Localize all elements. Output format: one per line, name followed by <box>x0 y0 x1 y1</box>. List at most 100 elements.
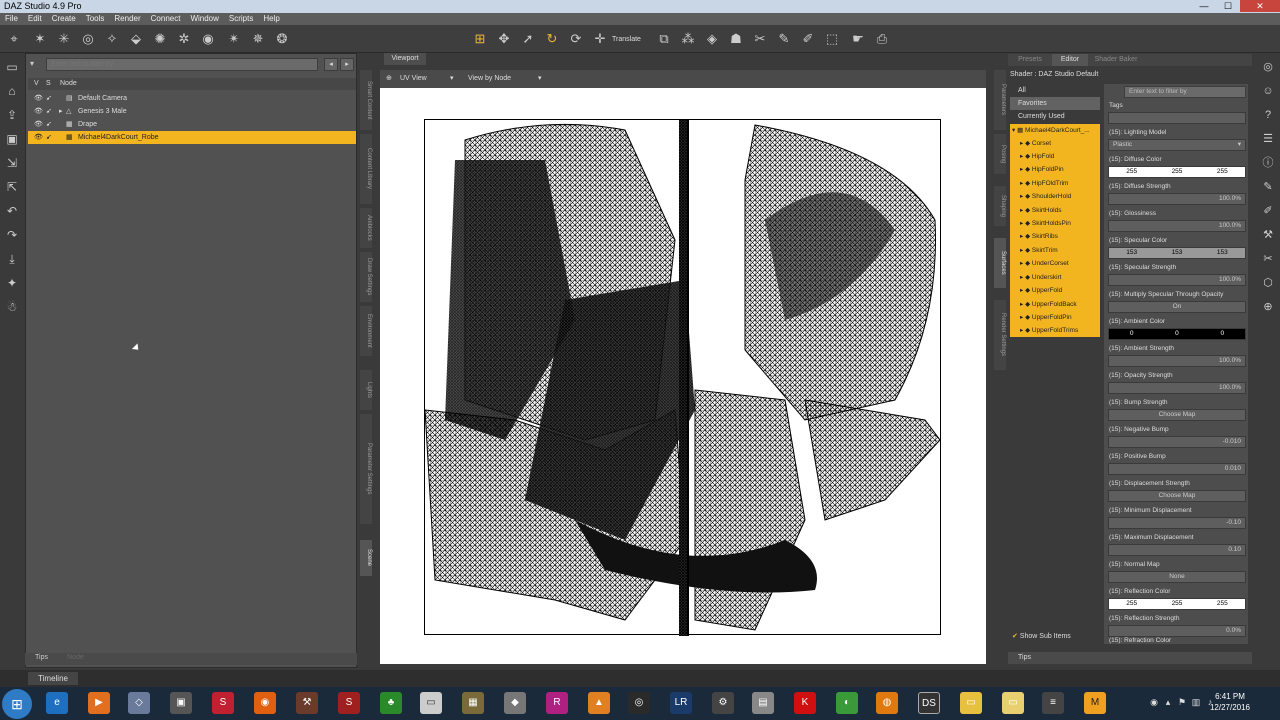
surface-item[interactable]: ▸ ◆ ShoulderHold <box>1020 192 1071 200</box>
tool-18-icon[interactable]: ✐ <box>800 31 816 47</box>
category-favorites[interactable]: Favorites <box>1010 97 1100 110</box>
bump-choose-map-button[interactable]: Choose Map <box>1108 409 1246 421</box>
viewport-area[interactable] <box>380 88 986 664</box>
tool-10-icon[interactable]: ✵ <box>250 31 266 47</box>
surface-item[interactable]: ▸ ◆ SkirtHolds <box>1020 206 1062 214</box>
collapse-left-button[interactable]: ◂ <box>324 58 338 71</box>
select-arrow-icon[interactable]: ➹ <box>46 131 52 144</box>
folder-icon[interactable]: ▭ <box>960 692 982 714</box>
tab-node[interactable]: Node <box>67 654 84 661</box>
scale-tool-icon[interactable]: ⟳ <box>568 31 584 47</box>
app-icon[interactable]: R <box>546 692 568 714</box>
multiply-specular-toggle[interactable]: On <box>1108 301 1246 313</box>
redo-icon[interactable]: ↷ <box>2 225 22 245</box>
column-v[interactable]: V <box>34 78 39 90</box>
chrome-icon[interactable]: ◐ <box>836 692 858 714</box>
node-selection-icon[interactable]: ⌖ <box>6 31 22 47</box>
select-arrow-icon[interactable]: ➹ <box>46 118 52 131</box>
merge-icon[interactable]: ⇪ <box>2 105 22 125</box>
geometry-icon[interactable]: ⬡ <box>1258 273 1278 293</box>
visibility-eye-icon[interactable]: 👁 <box>34 92 43 105</box>
vtab-render-settings[interactable]: Render Settings <box>994 300 1006 370</box>
surface-item[interactable]: ▸ ◆ HipFoldPin <box>1020 165 1064 173</box>
help-icon[interactable]: ? <box>1258 105 1278 125</box>
tool-7-icon[interactable]: ✲ <box>176 31 192 47</box>
select-arrow-icon[interactable]: ➹ <box>46 105 52 118</box>
surface-item[interactable]: ▸ ◆ Corset <box>1020 139 1051 147</box>
app-icon[interactable]: ▭ <box>420 692 442 714</box>
max-displacement-slider[interactable]: 0.10 <box>1108 544 1246 556</box>
vtab-surfaces[interactable]: Surfaces <box>994 238 1006 288</box>
clock[interactable]: 6:41 PM 12/27/2016 <box>1210 691 1250 713</box>
surface-root[interactable]: ▾ ▦ Michael4DarkCourt_... <box>1012 126 1090 134</box>
vtab-parameter-settings[interactable]: Parameter Settings <box>360 414 372 524</box>
app-icon[interactable]: ⚙ <box>712 692 734 714</box>
save-icon[interactable]: ▣ <box>2 129 22 149</box>
ie-icon[interactable]: e <box>46 692 68 714</box>
tool-15-icon[interactable]: ☗ <box>728 31 744 47</box>
tool-1-icon[interactable]: ✶ <box>32 31 48 47</box>
vtab-posing[interactable]: Posing <box>994 134 1006 174</box>
people-icon[interactable]: ☺ <box>1258 81 1278 101</box>
menu-scripts[interactable]: Scripts <box>224 13 258 25</box>
app-icon[interactable]: ▣ <box>170 692 192 714</box>
app-icon[interactable]: K <box>794 692 816 714</box>
universal-tool-icon[interactable]: ⊞ <box>472 31 488 47</box>
min-displacement-slider[interactable]: -0.10 <box>1108 517 1246 529</box>
tool-20-icon[interactable]: ☛ <box>850 31 866 47</box>
app-icon[interactable]: ▦ <box>462 692 484 714</box>
vtab-smart-content[interactable]: Smart Content <box>360 70 372 130</box>
move-tool-icon[interactable]: ✥ <box>496 31 512 47</box>
tool-17-icon[interactable]: ✎ <box>776 31 792 47</box>
lightroom-icon[interactable]: LR <box>670 692 692 714</box>
surface-item[interactable]: ▸ ◆ SkirtHoldsPin <box>1020 219 1071 227</box>
show-sub-items-checkbox[interactable]: ✔ Show Sub Items <box>1012 632 1071 640</box>
menu-file[interactable]: File <box>0 13 23 25</box>
tool-4-icon[interactable]: ✧ <box>104 31 120 47</box>
scene-filter-input[interactable] <box>46 58 318 71</box>
tab-shader-baker[interactable]: Shader Baker <box>1090 54 1142 66</box>
tool-8-icon[interactable]: ◉ <box>200 31 216 47</box>
timeline-tab[interactable]: Timeline <box>28 672 78 685</box>
undo-icon[interactable]: ↶ <box>2 201 22 221</box>
specular-color-field[interactable]: 153 153 153 <box>1108 247 1246 259</box>
menu-create[interactable]: Create <box>47 13 81 25</box>
vtab-scene[interactable]: Scene <box>360 540 372 576</box>
import-icon[interactable]: ⇲ <box>2 153 22 173</box>
menu-window[interactable]: Window <box>185 13 223 25</box>
firefox-icon[interactable]: ◉ <box>254 692 276 714</box>
scene-node-row-selected[interactable]: 👁 ➹ ▦ Michael4DarkCourt_Robe <box>28 131 356 144</box>
scene-node-row[interactable]: 👁 ➹ ▸ △ Genesis 3 Male <box>28 105 356 118</box>
app-icon[interactable]: ♣ <box>380 692 402 714</box>
tab-editor[interactable]: Editor <box>1052 54 1088 66</box>
ambient-color-field[interactable]: 0 0 0 <box>1108 328 1246 340</box>
globe-icon[interactable]: ⊕ <box>1258 297 1278 317</box>
collapse-right-button[interactable]: ▸ <box>340 58 354 71</box>
rotate-tool-icon[interactable]: ↻ <box>544 31 560 47</box>
daz-logo-icon[interactable]: ◎ <box>1258 57 1278 77</box>
new-scene-icon[interactable]: ▭ <box>2 57 22 77</box>
app-icon[interactable]: S <box>338 692 360 714</box>
specular-strength-slider[interactable]: 100.0% <box>1108 274 1246 286</box>
filter-dropdown-icon[interactable]: ▾ <box>30 59 34 68</box>
bone-icon[interactable]: ⚒ <box>1258 225 1278 245</box>
right-tips-tab[interactable]: Tips <box>1008 652 1252 664</box>
tool-13-icon[interactable]: ⁂ <box>680 31 696 47</box>
opacity-strength-slider[interactable]: 100.0% <box>1108 382 1246 394</box>
tool-6-icon[interactable]: ✺ <box>152 31 168 47</box>
figure-icon[interactable]: ✦ <box>2 273 22 293</box>
scene-node-row[interactable]: 👁 ➹ ▤ Default Camera <box>28 92 356 105</box>
app-icon[interactable]: M <box>1084 692 1106 714</box>
app-icon[interactable]: ◎ <box>628 692 650 714</box>
surface-item[interactable]: ▸ ◆ UpperFoldPin <box>1020 313 1072 321</box>
reflection-strength-slider[interactable]: 0.0% <box>1108 625 1246 637</box>
view-by-dropdown[interactable]: View by Node ▾ <box>468 73 548 85</box>
column-node[interactable]: Node <box>60 78 77 90</box>
tab-tips[interactable]: Tips <box>35 654 48 661</box>
surface-item[interactable]: ▸ ◆ UnderCorset <box>1020 259 1069 267</box>
minimize-button[interactable]: — <box>1192 0 1216 12</box>
camera-icon[interactable]: ⎙ <box>874 31 890 47</box>
vlc-icon[interactable]: ▲ <box>588 692 610 714</box>
surface-item[interactable]: ▸ ◆ Underskirt <box>1020 273 1062 281</box>
tray-icon[interactable]: ◉ <box>1148 697 1160 709</box>
